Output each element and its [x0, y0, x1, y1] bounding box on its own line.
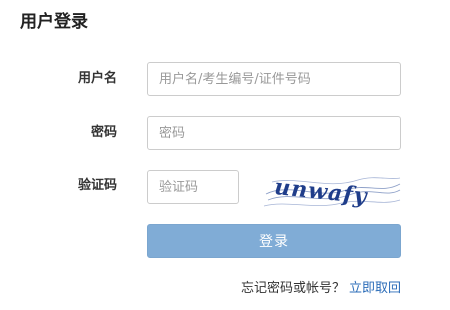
forgot-row: 忘记密码或帐号？ 立即取回 — [241, 279, 401, 299]
forgot-text: 忘记密码或帐号？ — [240, 281, 345, 296]
captcha-label: 验证码 — [77, 178, 117, 193]
login-button[interactable]: 登录 — [147, 224, 401, 258]
username-label: 用户名 — [77, 71, 117, 86]
captcha-input[interactable] — [147, 170, 239, 204]
password-label: 密码 — [90, 125, 117, 140]
recover-link[interactable]: 立即取回 — [349, 281, 401, 296]
captcha-image[interactable]: unwafy — [262, 170, 402, 214]
username-input[interactable] — [147, 62, 401, 96]
page-title: 用户登录 — [20, 12, 88, 32]
password-input[interactable] — [147, 116, 401, 150]
